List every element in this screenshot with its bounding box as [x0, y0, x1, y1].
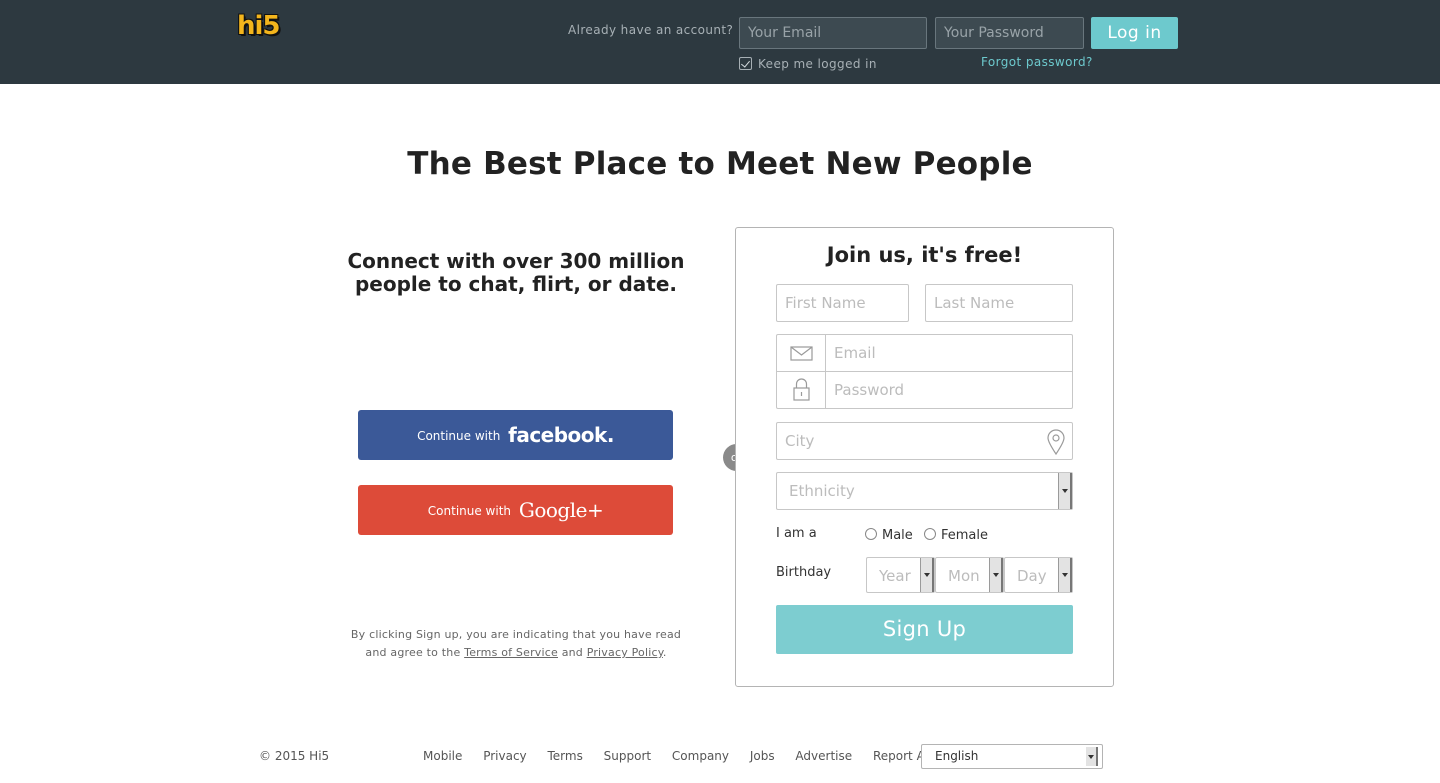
chevron-down-icon: [1058, 473, 1072, 509]
footer-link-privacy[interactable]: Privacy: [483, 749, 526, 763]
gender-male-radio[interactable]: Male: [865, 528, 913, 543]
password-field[interactable]: Password: [776, 371, 1073, 409]
password-placeholder: Password: [834, 381, 905, 399]
email-field[interactable]: Email: [776, 334, 1073, 372]
location-pin-icon: [1047, 429, 1065, 455]
language-value: English: [935, 749, 979, 763]
google-plus-logo-icon: Google+: [518, 498, 604, 522]
chevron-down-icon: [1086, 747, 1098, 766]
top-bar: hi5 Already have an account? Log in Keep…: [0, 0, 1440, 84]
connect-text: Connect with over 300 million people to …: [340, 250, 692, 296]
footer-link-mobile[interactable]: Mobile: [423, 749, 462, 763]
signup-card: Join us, it's free! First Name Last Name…: [735, 227, 1114, 687]
email-placeholder: Email: [834, 344, 876, 362]
copyright-text: © 2015 Hi5: [259, 749, 330, 763]
birth-year-value: Year: [879, 567, 911, 585]
birth-day-select[interactable]: Day: [1004, 557, 1073, 593]
gender-female-radio[interactable]: Female: [924, 528, 988, 543]
city-field[interactable]: City: [776, 422, 1073, 460]
footer-link-jobs[interactable]: Jobs: [750, 749, 775, 763]
forgot-password-link[interactable]: Forgot password?: [981, 55, 1093, 69]
already-account-text: Already have an account?: [568, 23, 734, 37]
birth-month-value: Mon: [948, 567, 980, 585]
keep-logged-in-label: Keep me logged in: [758, 57, 877, 71]
female-label: Female: [941, 528, 989, 543]
ethnicity-select[interactable]: Ethnicity: [776, 472, 1073, 510]
envelope-icon: [777, 335, 826, 371]
birth-year-select[interactable]: Year: [866, 557, 935, 593]
facebook-button-prefix: Continue with: [417, 429, 501, 443]
birth-month-select[interactable]: Mon: [935, 557, 1004, 593]
page-headline: The Best Place to Meet New People: [407, 146, 1033, 182]
language-select[interactable]: English: [921, 744, 1103, 769]
birth-day-value: Day: [1017, 567, 1047, 585]
male-label: Male: [882, 528, 913, 543]
gender-label: I am a: [776, 526, 817, 541]
checkbox-checked-icon[interactable]: [739, 57, 752, 70]
continue-with-google-button[interactable]: Continue with Google+: [358, 485, 673, 535]
header-password-input[interactable]: [935, 17, 1084, 49]
continue-with-facebook-button[interactable]: Continue with facebook.: [358, 410, 673, 460]
footer-link-support[interactable]: Support: [604, 749, 651, 763]
login-button[interactable]: Log in: [1091, 17, 1178, 49]
lock-icon: [777, 372, 826, 408]
keep-logged-in-checkbox[interactable]: Keep me logged in: [739, 57, 877, 71]
chevron-down-icon: [989, 558, 1003, 592]
connect-line-1: Connect with over 300 million: [347, 249, 685, 273]
footer-link-company[interactable]: Company: [672, 749, 729, 763]
terms-end: .: [662, 646, 667, 659]
header-email-input[interactable]: [739, 17, 927, 49]
chevron-down-icon: [1058, 558, 1072, 592]
footer-links: Mobile Privacy Terms Support Company Job…: [423, 749, 971, 763]
ethnicity-value: Ethnicity: [789, 482, 855, 500]
terms-and: and: [561, 646, 583, 659]
terms-of-service-link[interactable]: Terms of Service: [464, 646, 558, 659]
privacy-policy-link[interactable]: Privacy Policy: [587, 646, 663, 659]
signup-title: Join us, it's free!: [826, 243, 1023, 267]
terms-notice: By clicking Sign up, you are indicating …: [340, 626, 692, 662]
footer-link-terms[interactable]: Terms: [547, 749, 582, 763]
first-name-field[interactable]: First Name: [776, 284, 909, 322]
google-button-prefix: Continue with: [427, 504, 512, 518]
sign-up-button[interactable]: Sign Up: [776, 605, 1073, 654]
city-placeholder: City: [785, 432, 815, 450]
last-name-field[interactable]: Last Name: [925, 284, 1073, 322]
footer-link-advertise[interactable]: Advertise: [795, 749, 852, 763]
hi5-logo[interactable]: hi5: [237, 12, 281, 40]
radio-icon[interactable]: [865, 528, 877, 540]
chevron-down-icon: [920, 558, 934, 592]
facebook-logo-icon: facebook.: [508, 423, 614, 447]
connect-line-2: people to chat, flirt, or date.: [354, 272, 678, 296]
radio-icon[interactable]: [924, 528, 936, 540]
birthday-label: Birthday: [776, 565, 832, 580]
